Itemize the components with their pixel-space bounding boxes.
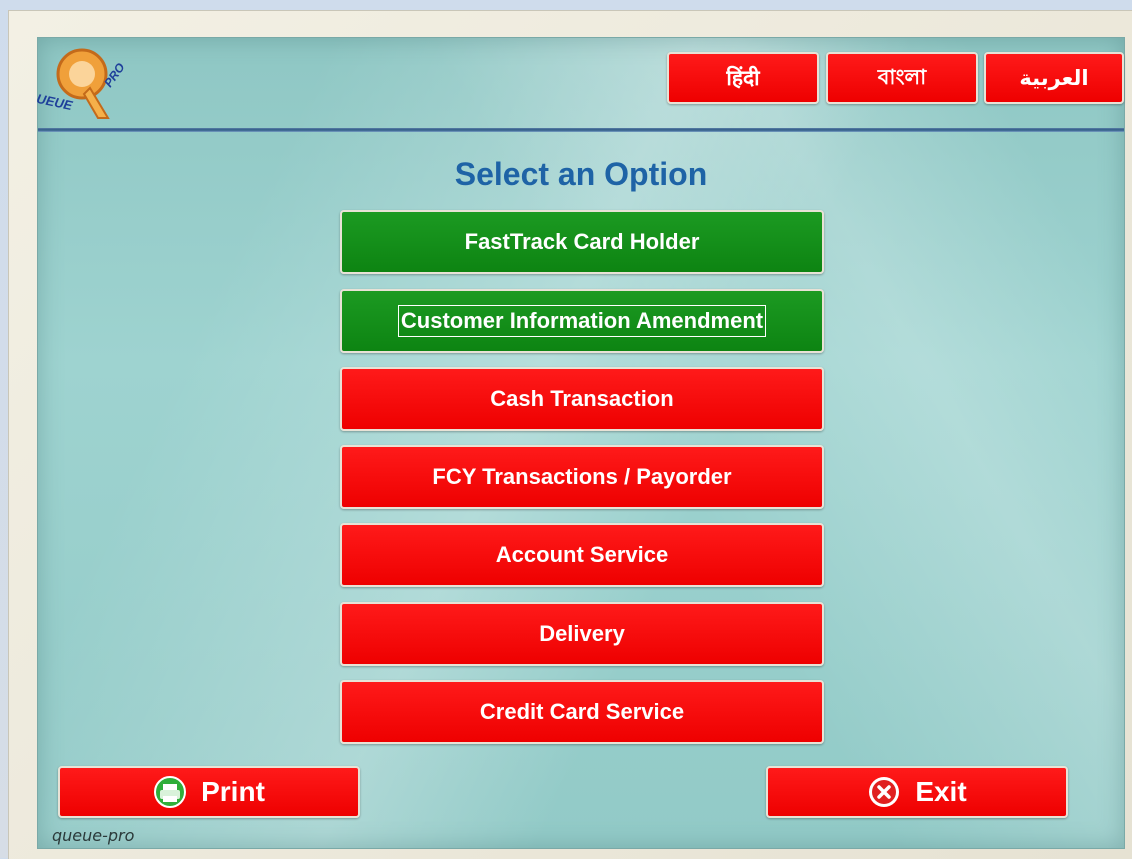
exit-button[interactable]: Exit: [766, 766, 1068, 818]
language-arabic-label: العربية: [1019, 66, 1089, 90]
close-circle-icon: [869, 777, 900, 807]
option-label: FCY Transactions / Payorder: [432, 464, 732, 489]
option-label: FastTrack Card Holder: [464, 229, 700, 254]
print-label: Print: [201, 776, 265, 807]
kiosk-screen: UEUE PRO हिंदी বাংলা العربية Select an O…: [35, 37, 1125, 849]
option-label: Credit Card Service: [479, 699, 685, 724]
option-fcy-transactions-payorder-button[interactable]: FCY Transactions / Payorder: [340, 445, 824, 509]
option-credit-card-service-button[interactable]: Credit Card Service: [340, 680, 824, 744]
print-button[interactable]: Print: [58, 766, 360, 818]
language-bangla-button[interactable]: বাংলা: [826, 52, 978, 104]
option-label: Delivery: [539, 621, 625, 646]
option-delivery-button[interactable]: Delivery: [340, 602, 824, 666]
language-hindi-label: हिंदी: [726, 66, 760, 90]
app-name-label: queue-pro: [52, 826, 135, 845]
header-divider: [38, 128, 1124, 132]
option-label: Cash Transaction: [490, 386, 674, 411]
exit-label: Exit: [915, 776, 967, 807]
option-account-service-button[interactable]: Account Service: [340, 523, 824, 587]
option-label: Account Service: [495, 542, 669, 567]
queue-pro-logo: UEUE PRO: [35, 48, 128, 119]
option-fasttrack-card-holder-button[interactable]: FastTrack Card Holder: [340, 210, 824, 274]
language-bangla-label: বাংলা: [877, 64, 927, 89]
printer-icon: [154, 776, 187, 808]
option-cash-transaction-button[interactable]: Cash Transaction: [340, 367, 824, 431]
language-hindi-button[interactable]: हिंदी: [667, 52, 819, 104]
language-arabic-button[interactable]: العربية: [984, 52, 1124, 104]
kiosk-frame: UEUE PRO हिंदी বাংলা العربية Select an O…: [8, 10, 1132, 859]
option-customer-information-amendment-button[interactable]: Customer Information Amendment: [340, 289, 824, 353]
option-label: Customer Information Amendment: [397, 305, 767, 337]
page-title: Select an Option: [454, 156, 708, 192]
